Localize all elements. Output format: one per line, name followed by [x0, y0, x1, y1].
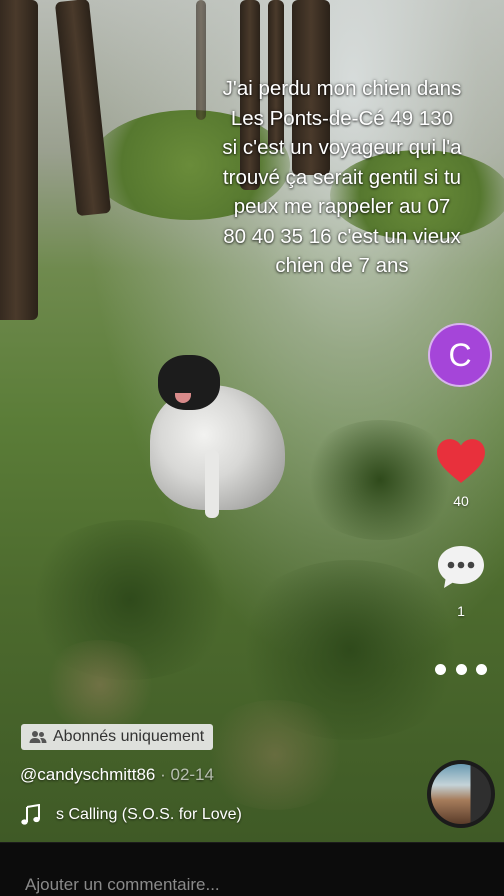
tree-trunk — [196, 0, 206, 120]
sound-disc[interactable] — [427, 760, 495, 828]
video-caption: J'ai perdu mon chien dans Les Ponts-de-C… — [222, 77, 462, 277]
username-link[interactable]: @candyschmitt86 — [20, 765, 155, 784]
people-icon — [29, 731, 47, 743]
creator-initial: C — [448, 336, 472, 373]
creator-avatar[interactable]: C — [428, 323, 492, 387]
more-options-button[interactable] — [435, 662, 487, 676]
music-note-icon — [21, 804, 40, 825]
tree-trunk — [0, 0, 38, 320]
comment-bubble-icon — [438, 546, 484, 588]
post-date: 02-14 — [170, 765, 214, 784]
comment-bar — [0, 842, 504, 896]
dry-grass — [200, 700, 350, 810]
sound-title: s Calling (S.O.S. for Love) — [56, 806, 242, 823]
dry-grass — [40, 640, 160, 730]
like-button[interactable]: 40 — [430, 438, 492, 509]
dog-head — [158, 355, 220, 410]
dot-icon — [476, 663, 487, 675]
comment-button[interactable]: 1 — [430, 544, 492, 619]
comment-input[interactable] — [25, 875, 465, 895]
comment-count: 1 — [457, 603, 465, 619]
sound-cover-image — [431, 764, 491, 824]
audience-badge: Abonnés uniquement — [21, 724, 214, 750]
dot-icon — [455, 663, 467, 675]
like-count: 40 — [453, 493, 469, 509]
dot-icon — [435, 663, 446, 675]
heart-icon — [437, 439, 485, 483]
tree-trunk — [54, 0, 112, 217]
dog-leg — [205, 450, 219, 518]
post-author-line: @candyschmitt86 · 02-14 — [20, 765, 214, 784]
audience-badge-label: Abonnés uniquement — [53, 728, 205, 745]
sound-link[interactable]: s Calling (S.O.S. for Love) — [20, 804, 242, 826]
